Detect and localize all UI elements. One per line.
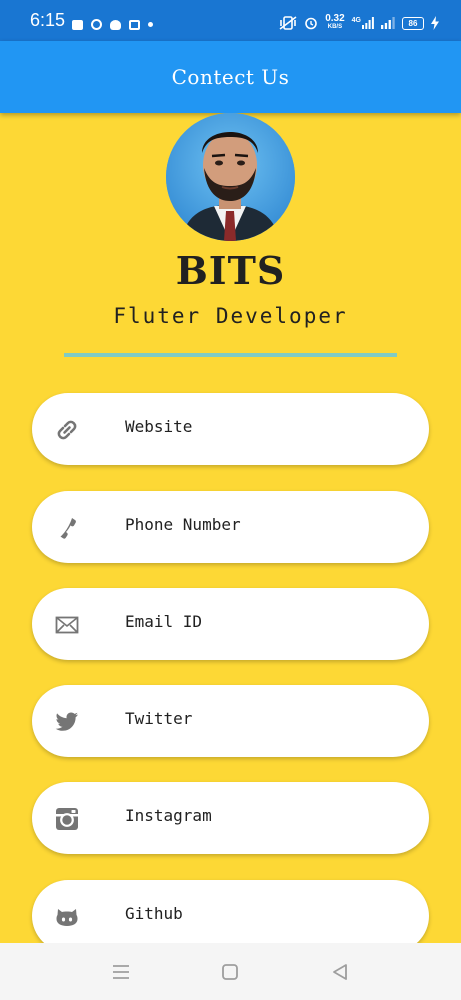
twitter-icon (54, 709, 80, 735)
link-icon (54, 417, 80, 443)
charging-icon (431, 16, 439, 30)
contact-card-instagram[interactable]: Instagram (32, 782, 429, 854)
battery-level: 86 (402, 16, 424, 30)
alarm-icon (305, 17, 317, 30)
contact-card-twitter[interactable]: Twitter (32, 685, 429, 757)
contact-label: Instagram (125, 806, 212, 825)
profile-name: BITS (175, 248, 286, 293)
contact-label: Github (125, 904, 183, 923)
system-nav-bar (0, 943, 461, 1000)
more-notifications-icon (148, 22, 153, 27)
contact-label: Email ID (125, 612, 203, 631)
github-icon (54, 904, 80, 930)
avatar (166, 113, 295, 241)
instagram-icon (54, 806, 80, 832)
status-time: 6:15 (30, 10, 66, 30)
network-type-label: 4G (351, 17, 361, 24)
contact-card-website[interactable]: Website (32, 393, 429, 465)
phone-icon (54, 515, 80, 541)
back-triangle-icon[interactable] (329, 961, 351, 983)
page-title: Contect Us (171, 65, 290, 89)
app-bar: Contect Us (0, 41, 461, 113)
status-bar: 6:15 0.32 KB/S 4G 86 (0, 0, 461, 41)
contact-label: Phone Number (125, 515, 241, 534)
network-speed: 0.32 KB/S (325, 13, 345, 31)
profile-photo (166, 113, 295, 241)
notification-icon (72, 19, 83, 30)
system-icons: 0.32 KB/S 4G 86 (279, 13, 439, 31)
home-square-icon[interactable] (219, 961, 241, 983)
network-speed-value: 0.32 (325, 13, 345, 24)
contact-card-email[interactable]: Email ID (32, 588, 429, 660)
sync-icon (91, 19, 102, 30)
divider (64, 353, 397, 357)
snapchat-icon (110, 19, 121, 30)
profile-role: Fluter Developer (113, 304, 348, 328)
contact-card-phone[interactable]: Phone Number (32, 491, 429, 563)
network-speed-unit: KB/S (327, 24, 343, 30)
signal-strength-icon-2 (381, 17, 395, 29)
email-icon (54, 612, 80, 638)
contact-card-github[interactable]: Github (32, 880, 429, 952)
menu-icon[interactable] (110, 961, 132, 983)
notification-icons (72, 19, 153, 30)
contact-label: Twitter (125, 709, 193, 728)
signal-4g: 4G (352, 17, 374, 29)
signal-strength-icon (362, 17, 374, 29)
contact-label: Website (125, 417, 193, 436)
vibrate-icon (279, 16, 297, 30)
app-notification-icon (129, 19, 140, 30)
